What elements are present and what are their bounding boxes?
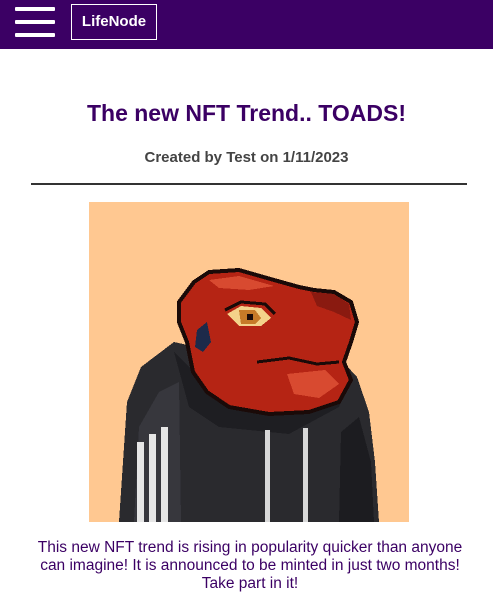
toad-nft-image [89, 202, 409, 522]
menu-bar [15, 33, 55, 37]
divider [31, 183, 467, 185]
menu-bar [15, 7, 55, 11]
logo-button[interactable]: LifeNode [71, 4, 157, 40]
menu-bar [15, 20, 55, 24]
article-title: The new NFT Trend.. TOADS! [86, 100, 407, 126]
top-navbar: LifeNode [0, 0, 493, 49]
article-byline: Created by Test on 1/11/2023 [144, 149, 349, 166]
hamburger-menu-icon[interactable] [15, 7, 55, 37]
toad-illustration [119, 267, 379, 522]
article-body: This new NFT trend is rising in populari… [37, 539, 463, 592]
